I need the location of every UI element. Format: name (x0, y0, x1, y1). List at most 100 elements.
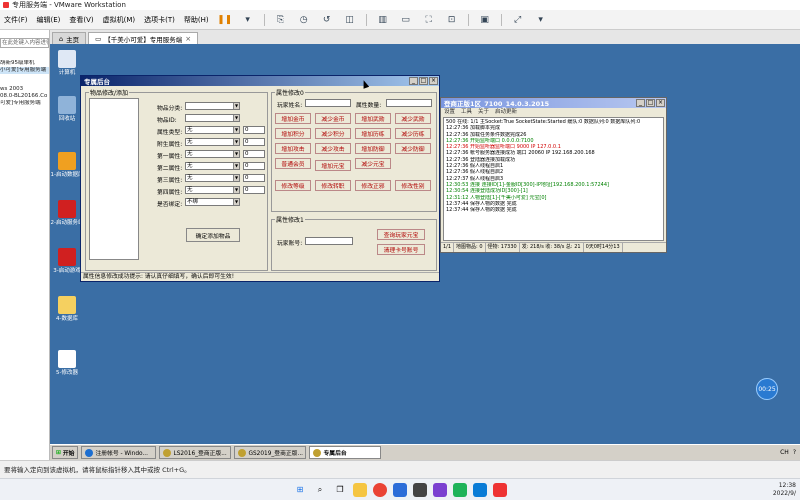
query-yuanbao-button[interactable]: 查询玩家元宝 (377, 229, 425, 240)
attr3-select[interactable]: 无 ▼ (185, 162, 240, 170)
desktop-icon-recycle-bin[interactable]: 回收站 (50, 96, 84, 122)
taskbar-item[interactable]: 注册帐号 - Windo... (81, 446, 157, 459)
stretch-view-icon[interactable]: ⤢ (511, 14, 525, 26)
manage-snapshots-icon[interactable]: ◫ (343, 14, 357, 26)
attr4-value[interactable]: 0 (243, 174, 265, 182)
desktop-icon-start-game[interactable]: 3-启动游戏 (50, 248, 84, 274)
edit-job-button[interactable]: 修改转职 (315, 180, 351, 191)
add-experience-button[interactable]: 增加历练 (355, 128, 391, 139)
tab-home[interactable]: ⌂ 主页 (52, 32, 87, 44)
add-defense-button[interactable]: 增加防御 (355, 143, 391, 154)
bind-select[interactable]: 不绑 ▼ (185, 198, 240, 206)
snapshot-icon[interactable]: ◷ (297, 14, 311, 26)
task-view-icon[interactable]: ❐ (333, 483, 347, 497)
item-category-select[interactable]: ▼ (185, 102, 240, 110)
menu-update[interactable]: 启动更新 (495, 108, 517, 116)
taskbar-item[interactable]: 专属后台 (309, 446, 382, 459)
minimize-icon[interactable]: _ (636, 99, 645, 107)
window-titlebar[interactable]: 登商正版1区_7100_14.0.3.2015 _ □ × (441, 98, 666, 108)
library-item[interactable]: ws 2003 (0, 86, 49, 93)
start-button[interactable]: ⊞ 开始 (52, 446, 79, 459)
menu-settings[interactable]: 设置 (444, 108, 455, 116)
thumbnail-view-icon[interactable]: ▭ (399, 14, 413, 26)
restore-snapshot-icon[interactable]: ↺ (320, 14, 334, 26)
add-wuxun-button[interactable]: 增加武勋 (355, 113, 391, 124)
library-item[interactable]: 小可爱]专用服务端 (0, 67, 49, 74)
library-item[interactable]: 胡新95级单机 (0, 60, 49, 67)
player-name-input[interactable] (305, 99, 351, 107)
attr-type-select[interactable]: 无 ▼ (185, 126, 240, 134)
attr2-select[interactable]: 无 ▼ (185, 150, 240, 158)
reduce-experience-button[interactable]: 减少历练 (395, 128, 431, 139)
vmware-icon[interactable] (493, 482, 507, 497)
host-date[interactable]: 2022/9/ (773, 490, 796, 498)
app-icon[interactable] (473, 482, 487, 497)
search-icon[interactable]: ⌕ (313, 483, 327, 497)
close-icon[interactable]: × (656, 99, 665, 107)
item-list[interactable] (89, 98, 139, 260)
reduce-wuxun-button[interactable]: 减少武勋 (395, 113, 431, 124)
taskbar-item[interactable]: LS2016_登商正版... (159, 446, 232, 459)
input-language[interactable]: CH (780, 449, 789, 456)
desktop-icon-start-server[interactable]: 2-启动服务端 (50, 200, 84, 226)
file-explorer-icon[interactable] (353, 482, 367, 497)
edit-level-button[interactable]: 修改等级 (275, 180, 311, 191)
item-id-select[interactable]: ▼ (185, 114, 240, 122)
menu-file[interactable]: 文件(F) (4, 15, 28, 25)
library-item[interactable]: 08.0-BL20166.Co (0, 93, 49, 100)
pause-icon[interactable]: ❚❚ (217, 14, 232, 26)
desktop-icon-editor[interactable]: 5-修改器 (50, 350, 84, 376)
attr4-select[interactable]: 无 ▼ (185, 174, 240, 182)
close-icon[interactable]: × (185, 35, 191, 43)
attr2-value[interactable]: 0 (243, 150, 265, 158)
taskbar-item[interactable]: GS2019_登商正版... (234, 446, 307, 459)
desktop-icon-database[interactable]: 4-数据库 (50, 296, 84, 322)
menu-help[interactable]: 帮助(H) (184, 15, 209, 25)
attr5-select[interactable]: 无 ▼ (185, 186, 240, 194)
reduce-defense-button[interactable]: 减少防御 (395, 143, 431, 154)
library-search-input[interactable]: 在此处键入内容进行搜索 (0, 38, 49, 48)
unity-icon[interactable]: ⊡ (445, 14, 459, 26)
menu-about[interactable]: 关于 (478, 108, 489, 116)
reduce-points-button[interactable]: 减少积分 (315, 128, 351, 139)
desktop-icon-computer[interactable]: 计算机 (50, 50, 84, 76)
menu-tabs[interactable]: 选项卡(T) (144, 15, 175, 25)
app-icon[interactable] (393, 482, 407, 497)
normal-member-button[interactable]: 普通会员 (275, 158, 311, 169)
minimize-icon[interactable]: _ (409, 77, 418, 85)
library-item[interactable] (0, 74, 49, 86)
app-icon[interactable] (453, 482, 467, 497)
attr-type-value[interactable]: 0 (243, 126, 265, 134)
menu-edit[interactable]: 编辑(E) (37, 15, 61, 25)
attr3-value[interactable]: 0 (243, 162, 265, 170)
menu-view[interactable]: 查看(V) (69, 15, 93, 25)
send-ctrl-alt-del-icon[interactable]: ⎘ (274, 14, 288, 26)
edit-alignment-button[interactable]: 修改正邪 (355, 180, 391, 191)
maximize-icon[interactable]: □ (646, 99, 655, 107)
chevron-down-icon[interactable]: ▾ (241, 14, 255, 26)
library-item[interactable]: 可爱]专用服务端 (0, 100, 49, 107)
chrome-icon[interactable] (373, 482, 387, 497)
clock-badge[interactable]: 00:25 (756, 378, 778, 400)
reduce-yuanbao-button[interactable]: 减少元宝 (355, 158, 391, 169)
add-points-button[interactable]: 增加积分 (275, 128, 311, 139)
close-icon[interactable]: × (429, 77, 438, 85)
attr-qty-input[interactable] (386, 99, 432, 107)
menu-tools[interactable]: 工具 (461, 108, 472, 116)
window-titlebar[interactable]: 专属后台 _ □ × (81, 76, 439, 86)
chevron-down-icon[interactable]: ▾ (534, 14, 548, 26)
windows-start-icon[interactable]: ⊞ (293, 483, 307, 497)
confirm-add-item-button[interactable]: 确定添加物品 (186, 228, 240, 242)
reduce-gold-button[interactable]: 减少金币 (315, 113, 351, 124)
help-icon[interactable]: ? (793, 449, 796, 456)
library-view-icon[interactable]: ▥ (376, 14, 390, 26)
maximize-icon[interactable]: □ (419, 77, 428, 85)
add-gold-button[interactable]: 增加金币 (275, 113, 311, 124)
attr1-value[interactable]: 0 (243, 138, 265, 146)
edit-gender-button[interactable]: 修改性别 (395, 180, 431, 191)
attr1-select[interactable]: 无 ▼ (185, 138, 240, 146)
player-account-input[interactable] (305, 237, 353, 245)
console-icon[interactable]: ▣ (478, 14, 492, 26)
tab-vm[interactable]: ▭ 【千美小可爱】专用服务端 × (88, 32, 199, 44)
clear-card-account-button[interactable]: 清理卡号账号 (377, 244, 425, 255)
